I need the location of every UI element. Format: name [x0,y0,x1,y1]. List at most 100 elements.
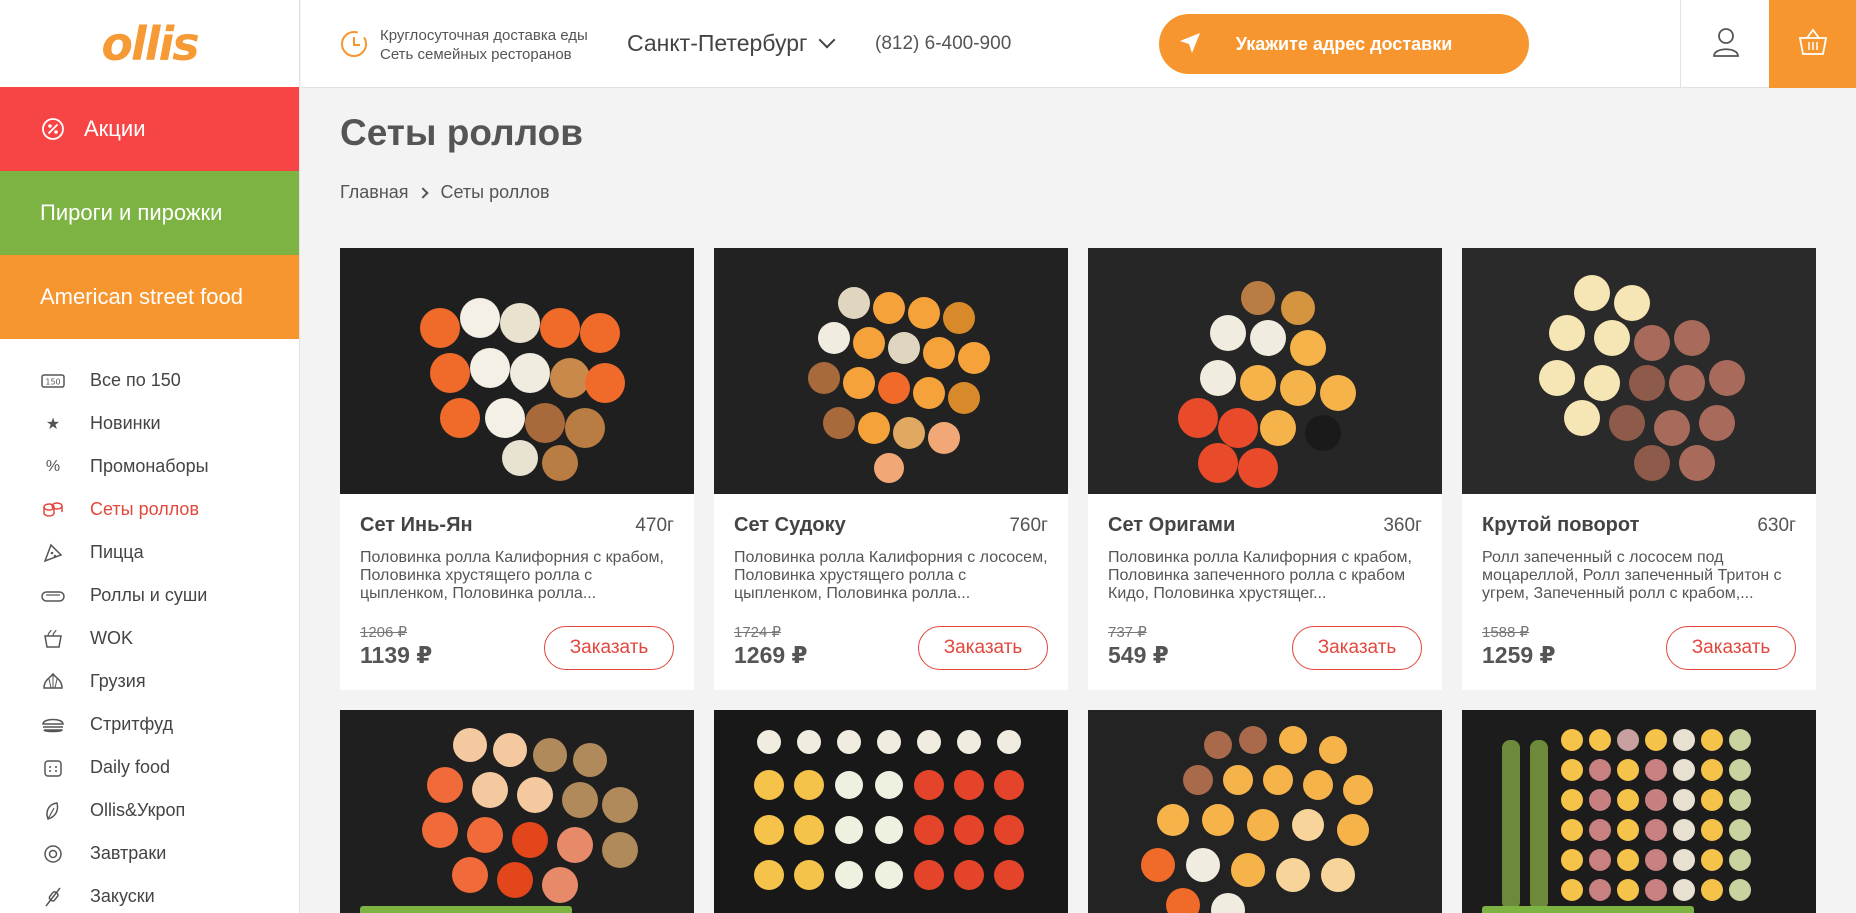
menu-item-label: Роллы и суши [90,585,208,605]
promo-category-american[interactable]: American street food [0,255,299,339]
promo-category-label: American street food [40,284,243,309]
product-old-price: 1724 ₽ [734,624,782,641]
phone-number[interactable]: (812) 6-400-900 [875,33,1011,55]
clock-icon [339,29,369,59]
menu-item-label: Все по 150 [90,370,181,390]
order-button[interactable]: Заказать [1292,626,1422,670]
calendar-icon [40,758,66,778]
product-info: Крутой поворот 630г Ролл запеченный с ло… [1462,494,1816,690]
menu-item-snacks[interactable]: Закуски [0,875,299,913]
khinkali-icon [40,672,66,692]
city-selector[interactable]: Санкт-Петербург [627,30,836,57]
user-account-button[interactable] [1680,0,1770,88]
menu-item-ollis-ukrop[interactable]: Ollis&Укроп [0,789,299,832]
150-badge-icon: 150 [40,371,66,391]
product-photo[interactable] [340,710,694,913]
menu-item-label: Новинки [90,413,161,433]
product-photo[interactable] [1088,710,1442,913]
order-button[interactable]: Заказать [918,626,1048,670]
menu-item-streetfood[interactable]: Стритфуд [0,703,299,746]
product-name[interactable]: Сет Судоку [734,514,1048,537]
product-old-price: 737 ₽ [1108,624,1147,641]
percent-icon: % [45,457,61,475]
menu-item-pizza[interactable]: Пицца [0,531,299,574]
product-photo[interactable] [1462,710,1816,913]
product-price: 1259 ₽ [1482,642,1556,668]
product-name[interactable]: Крутой поворот [1482,514,1796,537]
product-weight: 760г [1009,515,1048,536]
product-card[interactable] [1088,710,1442,913]
rolls-set-icon [40,500,66,520]
product-photo[interactable] [1462,248,1816,494]
chevron-right-icon [416,186,429,199]
menu-item-label: Закуски [90,886,155,906]
sidebar: ollis Акции Пироги и пирожки American st… [0,0,300,913]
menu-item-promosets[interactable]: % Промонаборы [0,445,299,488]
breadcrumb-home[interactable]: Главная [340,182,409,203]
menu-item-wok[interactable]: WOK [0,617,299,660]
product-photo[interactable] [1088,248,1442,494]
product-info: Сет Судоку 760г Половинка ролла Калифорн… [714,494,1068,690]
product-weight: 360г [1383,515,1422,536]
promo-category-pies[interactable]: Пироги и пирожки [0,171,299,255]
delivery-address-button[interactable]: Укажите адрес доставки [1159,14,1529,74]
promo-category-label: Акции [84,116,146,141]
product-price: 549 ₽ [1108,642,1169,668]
product-card[interactable]: Сет Судоку 760г Половинка ролла Калифорн… [714,248,1068,690]
product-old-price: 1588 ₽ [1482,624,1530,641]
menu-item-label: Daily food [90,757,171,777]
menu-item-label: Пицца [90,542,144,562]
logo[interactable]: ollis [101,17,199,71]
product-photo[interactable] [714,248,1068,494]
percent-badge-icon [40,116,66,142]
tagline: Круглосуточная доставка еды Сеть семейны… [380,26,588,64]
product-price: 1139 ₽ [360,642,433,668]
product-photo[interactable] [714,710,1068,913]
menu-item-roll-sets[interactable]: Сеты роллов [0,488,299,531]
delivery-address-label: Укажите адрес доставки [1235,33,1453,54]
basket-icon [1797,27,1829,62]
cart-button[interactable] [1769,0,1856,88]
city-name: Санкт-Петербург [627,30,808,56]
order-button[interactable]: Заказать [1666,626,1796,670]
leaf-icon [40,801,66,821]
product-name[interactable]: Сет Оригами [1108,514,1422,537]
menu-item-georgia[interactable]: Грузия [0,660,299,703]
menu-item-label: Сеты роллов [90,499,200,519]
promo-category-akcii[interactable]: Акции [0,87,299,171]
svg-text:150: 150 [45,377,60,386]
product-card[interactable]: Крутой поворот 630г Ролл запеченный с ло… [1462,248,1816,690]
product-name[interactable]: Сет Инь-Ян [360,514,674,537]
product-card[interactable]: Сет Инь-Ян 470г Половинка ролла Калифорн… [340,248,694,690]
product-price: 1269 ₽ [734,642,808,668]
pizza-icon [40,543,66,563]
logo-area[interactable]: ollis [0,0,299,87]
category-menu: 150 Все по 150 ★ Новинки % Промонаборы С… [0,339,299,913]
navigation-arrow-icon [1177,30,1203,56]
menu-item-breakfast[interactable]: Завтраки [0,832,299,875]
chevron-down-icon [818,31,836,48]
menu-item-label: Стритфуд [90,714,174,734]
burger-icon [40,715,66,735]
menu-item-all-150[interactable]: 150 Все по 150 [0,359,299,402]
product-photo[interactable] [340,248,694,494]
product-old-price: 1206 ₽ [360,624,408,641]
menu-item-daily-food[interactable]: Daily food [0,746,299,789]
menu-item-label: Завтраки [90,843,167,863]
tagline-line-2: Сеть семейных ресторанов [380,46,572,63]
product-info: Сет Оригами 360г Половинка ролла Калифор… [1088,494,1442,690]
product-card[interactable] [1462,710,1816,913]
user-icon [1711,26,1741,63]
promo-category-label: Пироги и пирожки [40,200,223,225]
promo-strip [360,906,572,913]
order-button[interactable]: Заказать [544,626,674,670]
product-card[interactable] [340,710,694,913]
breadcrumb: Главная Сеты роллов [340,182,550,203]
menu-item-rolls-sushi[interactable]: Роллы и суши [0,574,299,617]
product-description: Ролл запеченный с лососем под моцареллой… [1482,549,1782,602]
egg-icon [40,844,66,864]
product-card[interactable]: Сет Оригами 360г Половинка ролла Калифор… [1088,248,1442,690]
menu-item-new[interactable]: ★ Новинки [0,402,299,445]
page-title: Сеты роллов [340,112,583,153]
product-card[interactable] [714,710,1068,913]
